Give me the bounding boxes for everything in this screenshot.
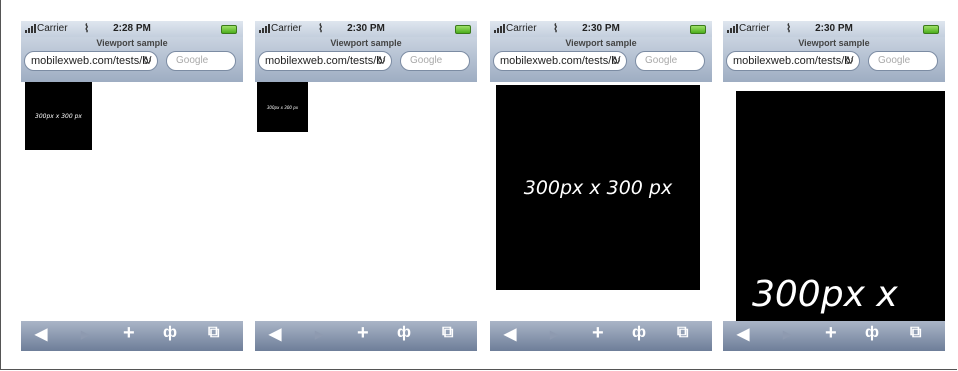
black-square: 300px x 300 px [25,82,92,150]
back-button[interactable]: ◀ [737,324,749,344]
clock: 2:30 PM [582,23,620,34]
browser-toolbar: ◀ ▶ + ф ⧉ [723,321,945,351]
browser-titlebar: Viewport sample mobilexweb.com/tests/b/↻… [255,37,477,82]
url-text: mobilexweb.com/tests/b/ [733,55,854,67]
phone-screenshot-2: Carrier ⌇ 2:30 PM Viewport sample mobile… [255,21,477,351]
status-bar: Carrier ⌇ 2:28 PM [21,21,243,37]
url-text: mobilexweb.com/tests/b/ [500,55,621,67]
phone-screenshot-3: Carrier ⌇ 2:30 PM Viewport sample mobile… [490,21,712,351]
url-field[interactable]: mobilexweb.com/tests/b/↻ [258,51,392,71]
search-field[interactable]: Google [868,51,938,71]
browser-toolbar: ◀ ▶ + ф ⧉ [21,321,243,351]
pages-button[interactable]: ⧉ [677,324,688,342]
battery-icon [455,25,471,34]
add-bookmark-button[interactable]: + [825,322,837,345]
reload-icon[interactable]: ↻ [143,52,152,70]
url-field[interactable]: mobilexweb.com/tests/b/↻ [493,51,627,71]
reload-icon[interactable]: ↻ [845,52,854,70]
forward-button[interactable]: ▶ [783,328,791,341]
status-bar: Carrier ⌇ 2:30 PM [255,21,477,37]
forward-button[interactable]: ▶ [550,328,558,341]
clock: 2:30 PM [347,23,385,34]
page-content: 300px x [723,82,945,321]
search-field[interactable]: Google [635,51,705,71]
battery-icon [690,25,706,34]
url-text: mobilexweb.com/tests/b/ [31,55,152,67]
page-content: 300px x 300 px [490,82,712,321]
status-bar: Carrier ⌇ 2:30 PM [723,21,945,37]
phone-screenshot-4: Carrier ⌇ 2:30 PM Viewport sample mobile… [723,21,945,351]
add-bookmark-button[interactable]: + [123,322,135,345]
back-button[interactable]: ◀ [269,324,281,344]
browser-titlebar: Viewport sample mobilexweb.com/tests/b/↻… [21,37,243,82]
url-text: mobilexweb.com/tests/b/ [265,55,386,67]
back-button[interactable]: ◀ [35,324,47,344]
bookmarks-button[interactable]: ф [865,324,879,342]
pages-button[interactable]: ⧉ [208,324,219,342]
reload-icon[interactable]: ↻ [377,52,386,70]
back-button[interactable]: ◀ [504,324,516,344]
black-square: 300px x 300 px [496,85,700,290]
forward-button[interactable]: ▶ [81,328,89,341]
bookmarks-button[interactable]: ф [397,324,411,342]
pages-button[interactable]: ⧉ [442,324,453,342]
battery-icon [221,25,237,34]
bookmarks-button[interactable]: ф [163,324,177,342]
reload-icon[interactable]: ↻ [612,52,621,70]
page-title: Viewport sample [330,38,402,48]
square-label: 300px x 300 px [523,176,673,199]
search-field[interactable]: Google [400,51,470,71]
page-title: Viewport sample [565,38,637,48]
page-title: Viewport sample [798,38,870,48]
clock: 2:30 PM [815,23,853,34]
url-field[interactable]: mobilexweb.com/tests/b/↻ [24,51,158,71]
page-content: 300px x 300 px [21,82,243,321]
browser-toolbar: ◀ ▶ + ф ⧉ [255,321,477,351]
url-field[interactable]: mobilexweb.com/tests/b/↻ [726,51,860,71]
battery-icon [923,25,939,34]
bookmarks-button[interactable]: ф [632,324,646,342]
pages-button[interactable]: ⧉ [910,324,921,342]
browser-toolbar: ◀ ▶ + ф ⧉ [490,321,712,351]
add-bookmark-button[interactable]: + [592,322,604,345]
square-label: 300px x [752,274,898,315]
phone-screenshot-1: Carrier ⌇ 2:28 PM Viewport sample mobile… [21,21,243,351]
square-label: 300px x 300 px [35,112,82,120]
clock: 2:28 PM [113,23,151,34]
browser-titlebar: Viewport sample mobilexweb.com/tests/b/↻… [490,37,712,82]
add-bookmark-button[interactable]: + [357,322,369,345]
browser-titlebar: Viewport sample mobilexweb.com/tests/b/↻… [723,37,945,82]
page-content: 300px x 300 px [255,82,477,321]
black-square: 300px x [736,91,945,321]
search-field[interactable]: Google [166,51,236,71]
page-title: Viewport sample [96,38,168,48]
forward-button[interactable]: ▶ [315,328,323,341]
square-label: 300px x 300 px [266,104,299,110]
status-bar: Carrier ⌇ 2:30 PM [490,21,712,37]
black-square: 300px x 300 px [257,82,308,132]
